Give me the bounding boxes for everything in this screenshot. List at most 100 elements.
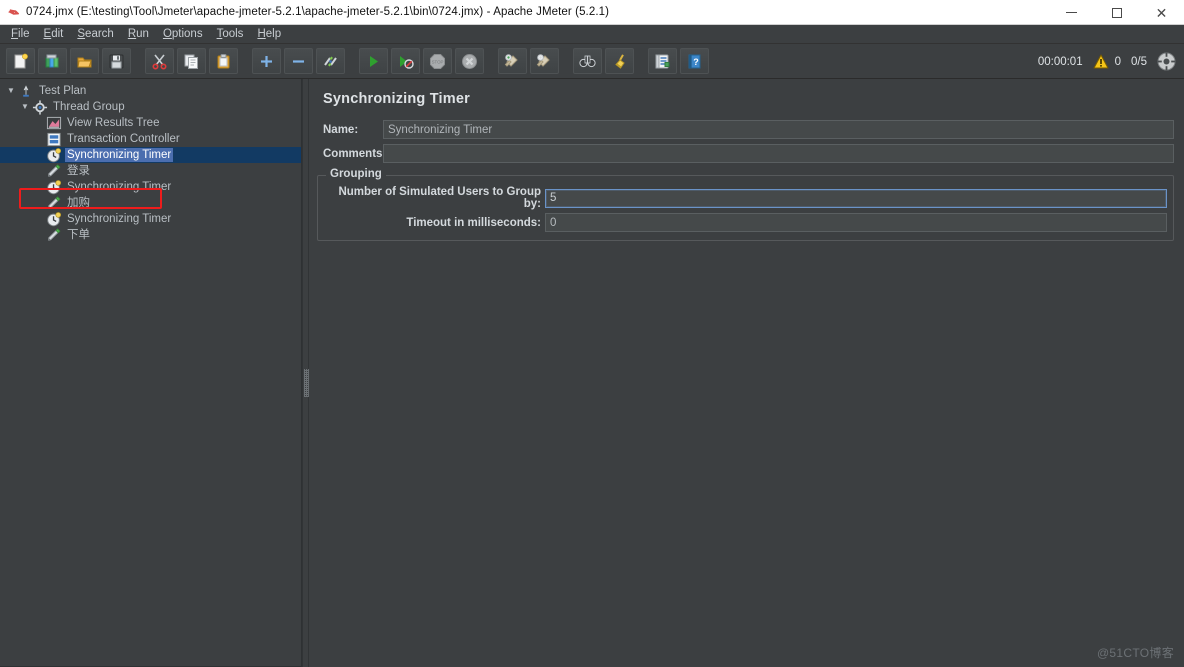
view-results-tree-icon xyxy=(46,116,62,131)
comments-label: Comments: xyxy=(323,147,387,160)
tree-node[interactable]: Synchronizing Timer xyxy=(0,211,301,227)
timeout-input[interactable] xyxy=(545,213,1167,232)
warning-triangle-icon xyxy=(1093,54,1109,69)
menu-options[interactable]: Options xyxy=(156,26,210,42)
stop-sign-icon: STOP xyxy=(429,53,446,70)
comments-row: Comments: xyxy=(317,144,1174,163)
chevron-down-icon[interactable]: ▼ xyxy=(4,87,18,95)
timer-clock-icon xyxy=(46,179,62,195)
tree-node[interactable]: Synchronizing Timer xyxy=(0,179,301,195)
grouping-group-box: Grouping Number of Simulated Users to Gr… xyxy=(317,168,1174,241)
test-plan-tree[interactable]: ▼ Test Plan ▼ Thread Group View Results Tree… xyxy=(0,79,301,243)
clear-all-broom-icon xyxy=(536,53,553,70)
menu-file[interactable]: File xyxy=(4,26,37,42)
new-test-plan-button[interactable] xyxy=(6,48,35,74)
templates-icon xyxy=(44,53,61,70)
stop-button: STOP xyxy=(423,48,452,74)
comments-input[interactable] xyxy=(383,144,1174,163)
window-title: 0724.jmx (E:\testing\Tool\Jmeter\apache-… xyxy=(26,6,610,18)
tree-node-label: View Results Tree xyxy=(67,117,160,129)
new-document-icon xyxy=(12,53,29,70)
chevron-down-icon[interactable]: ▼ xyxy=(18,103,32,111)
reset-search-button[interactable] xyxy=(605,48,634,74)
title-bar: ✒ 0724.jmx (E:\testing\Tool\Jmeter\apach… xyxy=(0,0,1184,25)
menu-edit[interactable]: Edit xyxy=(37,26,71,42)
tree-node[interactable]: View Results Tree xyxy=(0,115,301,131)
tree-node[interactable]: 下单 xyxy=(0,227,301,243)
tree-node[interactable]: Synchronizing Timer xyxy=(0,147,301,163)
clear-all-button[interactable] xyxy=(530,48,559,74)
element-editor-panel: Synchronizing Timer Name: Comments: Grou… xyxy=(309,79,1184,667)
tree-node-label: Synchronizing Timer xyxy=(65,148,174,162)
scissors-icon xyxy=(151,53,168,70)
menu-search[interactable]: Search xyxy=(70,26,120,42)
timeout-label: Timeout in milliseconds: xyxy=(406,216,541,229)
help-button[interactable]: ? xyxy=(680,48,709,74)
menu-tools[interactable]: Tools xyxy=(210,26,251,42)
grouping-legend: Grouping xyxy=(326,168,386,180)
name-input[interactable] xyxy=(383,120,1174,139)
name-label: Name: xyxy=(323,123,359,136)
transaction-controller-icon xyxy=(46,132,62,147)
http-sampler-pen-icon xyxy=(46,163,62,179)
function-helper-icon xyxy=(654,53,671,70)
search-button[interactable] xyxy=(573,48,602,74)
users-to-group-input[interactable] xyxy=(545,188,1167,208)
open-button[interactable] xyxy=(70,48,99,74)
function-helper-button[interactable] xyxy=(648,48,677,74)
copy-button[interactable] xyxy=(177,48,206,74)
close-button[interactable]: ✕ xyxy=(1139,0,1184,25)
jmeter-window: ✒ 0724.jmx (E:\testing\Tool\Jmeter\apach… xyxy=(0,0,1184,667)
save-button[interactable] xyxy=(102,48,131,74)
play-no-pauses-icon xyxy=(397,53,414,70)
users-to-group-label: Number of Simulated Users to Group by: xyxy=(338,186,541,210)
plus-icon xyxy=(258,53,275,70)
svg-text:STOP: STOP xyxy=(432,59,444,64)
minimize-button[interactable] xyxy=(1049,0,1094,25)
active-threads-count: 0/5 xyxy=(1131,55,1147,68)
page-title: Synchronizing Timer xyxy=(323,91,470,107)
start-button[interactable] xyxy=(359,48,388,74)
svg-text:?: ? xyxy=(693,57,699,67)
main-split-pane: ▼ Test Plan ▼ Thread Group View Results Tree… xyxy=(0,79,1184,667)
tree-node[interactable]: ▼ Test Plan xyxy=(0,83,301,99)
watermark: @51CTO博客 xyxy=(1096,646,1174,660)
menu-help[interactable]: Help xyxy=(250,26,288,42)
tree-node[interactable]: 登录 xyxy=(0,163,301,179)
toggle-button[interactable] xyxy=(316,48,345,74)
expand-all-button[interactable] xyxy=(252,48,281,74)
help-book-icon: ? xyxy=(686,53,703,70)
save-floppy-icon xyxy=(108,53,125,70)
clipboard-paste-icon xyxy=(215,53,232,70)
templates-button[interactable] xyxy=(38,48,67,74)
tree-node[interactable]: Transaction Controller xyxy=(0,131,301,147)
toolbar: STOP? 00:00:01 0 0/5 xyxy=(0,44,1184,79)
cut-button[interactable] xyxy=(145,48,174,74)
tree-node[interactable]: 加购 xyxy=(0,195,301,211)
collapse-all-button[interactable] xyxy=(284,48,313,74)
tree-node-label: 下单 xyxy=(67,229,90,241)
broom-icon xyxy=(611,53,628,70)
maximize-icon xyxy=(1111,7,1122,18)
http-sampler-pen-icon xyxy=(46,227,62,243)
menu-run[interactable]: Run xyxy=(121,26,156,42)
remote-engines-icon[interactable] xyxy=(1157,52,1176,71)
clear-button[interactable] xyxy=(498,48,527,74)
test-plan-icon xyxy=(18,84,34,99)
paste-button[interactable] xyxy=(209,48,238,74)
start-no-pauses-button[interactable] xyxy=(391,48,420,74)
timer-clock-icon xyxy=(46,147,62,163)
maximize-button[interactable] xyxy=(1094,0,1139,25)
warning-indicator[interactable]: 0 xyxy=(1093,54,1121,69)
tree-node-label: Transaction Controller xyxy=(67,133,180,145)
tree-node[interactable]: ▼ Thread Group xyxy=(0,99,301,115)
thread-group-gear-icon xyxy=(32,99,48,115)
tree-node-label: 登录 xyxy=(67,165,90,177)
shutdown-icon xyxy=(461,53,478,70)
split-divider[interactable] xyxy=(302,79,309,667)
close-icon: ✕ xyxy=(1155,4,1168,21)
shutdown-button xyxy=(455,48,484,74)
jmeter-feather-icon: ✒ xyxy=(4,2,22,22)
tree-node-label: Thread Group xyxy=(53,101,125,113)
name-row: Name: xyxy=(317,120,1174,139)
